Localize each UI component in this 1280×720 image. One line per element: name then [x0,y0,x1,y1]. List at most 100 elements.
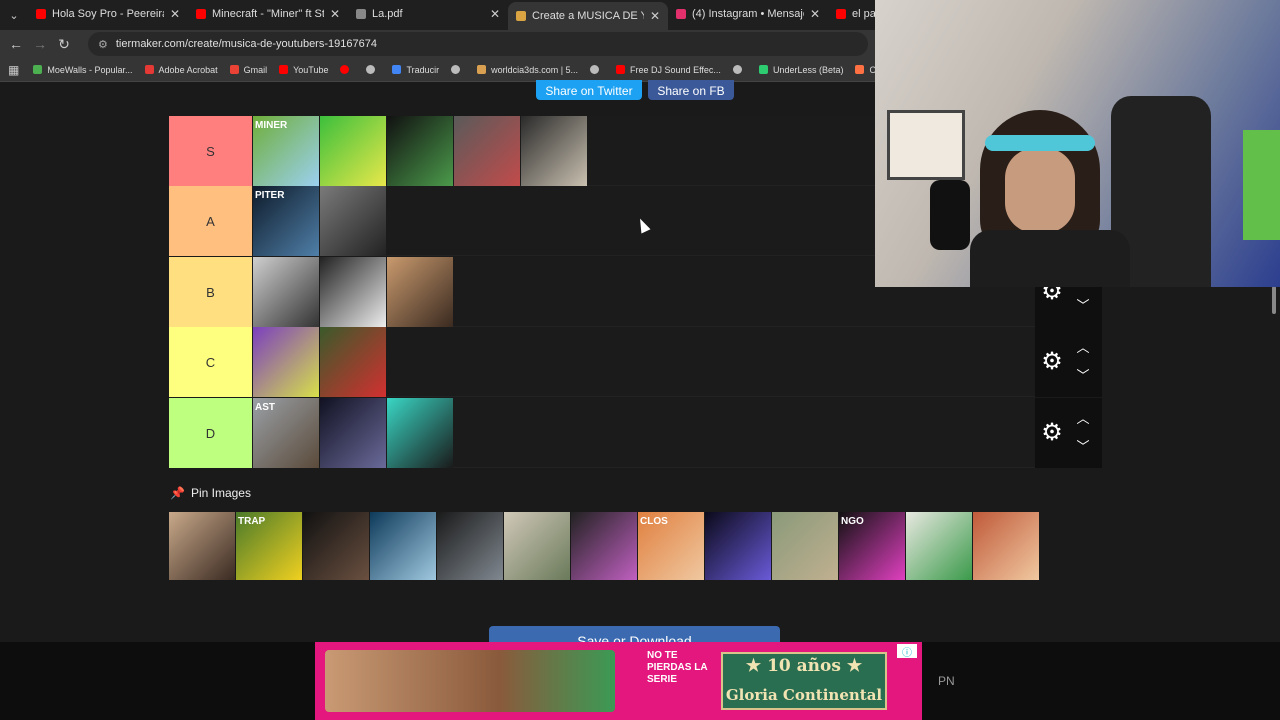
bookmark-favicon-icon [477,65,487,74]
tab-search-chevron-icon[interactable]: ⌄ [0,0,28,30]
tier-image[interactable]: NGO [839,512,905,580]
bookmark-item[interactable]: worldcia3ds.com | 5... [477,65,578,75]
bookmark-item[interactable] [732,65,747,75]
tier-image[interactable] [521,116,587,186]
bookmark-item[interactable]: YouTube [279,65,328,75]
gear-icon[interactable]: ⚙ [1039,349,1065,375]
tier-image[interactable] [320,327,386,397]
tier-label[interactable]: D [169,398,252,468]
tier-image[interactable] [705,512,771,580]
bookmark-item[interactable]: Traducir [392,65,439,75]
webcam-green-object [1243,130,1280,240]
site-info-icon[interactable]: ⚙ [98,38,108,51]
tab-favicon-icon [36,9,46,19]
bookmark-item[interactable] [340,65,354,75]
tier-label[interactable]: S [169,116,252,186]
ad-title-frame: ★ 10 años ★ Gloria Continental [721,652,887,710]
tab-close-icon[interactable]: ✕ [170,7,180,21]
url-field[interactable]: ⚙ tiermaker.com/create/musica-de-youtube… [88,32,868,56]
tier-label[interactable]: C [169,327,252,397]
tier-image[interactable]: CLOS [638,512,704,580]
tier-label[interactable]: A [169,186,252,256]
tier-image[interactable] [253,327,319,397]
bookmark-item[interactable]: UnderLess (Beta) [758,65,843,75]
webcam-person-face [1005,148,1075,233]
tier-image[interactable] [370,512,436,580]
tier-items [253,327,387,397]
bookmark-favicon-icon [340,65,350,74]
tier-image[interactable] [320,116,386,186]
tier-image[interactable]: PITER [253,186,319,256]
tab-close-icon[interactable]: ✕ [810,7,820,21]
tab-favicon-icon [516,11,526,21]
tier-image[interactable]: MINER [253,116,319,186]
pn-label: PN [938,674,955,688]
browser-tab[interactable]: Create a MUSICA DE YOUTUBE ✕ [508,2,668,30]
tier-image-caption: NGO [841,516,864,527]
tier-image[interactable] [303,512,369,580]
tab-title: Minecraft - "Miner" ft StarkinD [212,8,324,20]
webcam-person-body [970,230,1130,287]
bookmark-item[interactable]: Gmail [229,64,268,75]
tier-image[interactable] [973,512,1039,580]
gear-icon[interactable]: ⚙ [1039,420,1065,446]
tier-image[interactable] [504,512,570,580]
ad-badge-text: NO TE PIERDAS LA SERIE [647,650,708,685]
tier-image[interactable] [253,257,319,327]
tier-image[interactable] [772,512,838,580]
browser-tab[interactable]: Hola Soy Pro - Peereira7, Agust ✕ [28,0,188,28]
tab-close-icon[interactable]: ✕ [490,7,500,21]
bookmark-label: MoeWalls - Popular... [47,64,133,75]
bookmark-item[interactable]: Free DJ Sound Effec... [616,65,721,75]
tab-close-icon[interactable]: ✕ [330,7,340,21]
ad-banner[interactable]: NO TE PIERDAS LA SERIE ★ 10 años ★ Glori… [315,642,922,720]
share-twitter-button[interactable]: Share on Twitter [536,80,642,100]
tier-image[interactable]: TRAP [236,512,302,580]
tab-favicon-icon [356,9,366,19]
tier-image[interactable] [320,257,386,327]
tier-image-caption: AST [255,402,275,413]
tier-image[interactable] [387,257,453,327]
tier-image[interactable] [387,398,453,468]
browser-tab[interactable]: La.pdf ✕ [348,0,508,28]
ad-info-icon[interactable]: ⓘ [897,644,917,659]
tier-image[interactable] [437,512,503,580]
chevron-up-icon[interactable]: ︿ [1075,337,1091,356]
tier-image[interactable] [169,512,235,580]
tier-controls: ⚙ ︿ ﹀ [1035,327,1102,397]
bookmark-label: Free DJ Sound Effec... [630,64,721,75]
tier-image[interactable] [387,116,453,186]
webcam-overlay [875,0,1280,287]
chevron-up-icon[interactable]: ︿ [1075,408,1091,427]
tab-close-icon[interactable]: ✕ [650,9,660,23]
tab-favicon-icon [836,9,846,19]
chevron-down-icon[interactable]: ﹀ [1075,295,1091,314]
bookmark-item[interactable] [366,65,380,75]
forward-icon[interactable]: → [28,36,52,52]
tier-image[interactable] [454,116,520,186]
back-icon[interactable]: ← [4,36,28,52]
bookmark-label: Gmail [243,64,268,75]
tier-image[interactable] [320,186,386,256]
bookmark-item[interactable]: Adobe Acrobat [144,65,218,75]
bookmark-item[interactable]: MoeWalls - Popular... [33,64,133,75]
tier-image[interactable] [571,512,637,580]
tab-favicon-icon [196,9,206,19]
tier-image[interactable]: AST [253,398,319,468]
tier-image[interactable] [906,512,972,580]
ad-title-line2: Gloria Continental [725,686,883,704]
reload-icon[interactable]: ↻ [52,36,76,53]
page-scrollbar[interactable] [1272,286,1276,314]
tab-title: La.pdf [372,8,403,20]
tier-label[interactable]: B [169,257,252,327]
share-facebook-button[interactable]: Share on FB [648,80,734,100]
apps-grid-icon[interactable]: ▦ [8,63,19,77]
bookmark-item[interactable] [590,65,604,75]
bookmark-item[interactable] [451,65,465,75]
browser-tab[interactable]: Minecraft - "Miner" ft StarkinD ✕ [188,0,348,28]
chevron-down-icon[interactable]: ﹀ [1075,436,1091,455]
browser-tab[interactable]: (4) Instagram • Mensajes ✕ [668,0,828,28]
tier-image[interactable] [320,398,386,468]
bookmark-favicon-icon [451,65,461,74]
chevron-down-icon[interactable]: ﹀ [1075,365,1091,384]
